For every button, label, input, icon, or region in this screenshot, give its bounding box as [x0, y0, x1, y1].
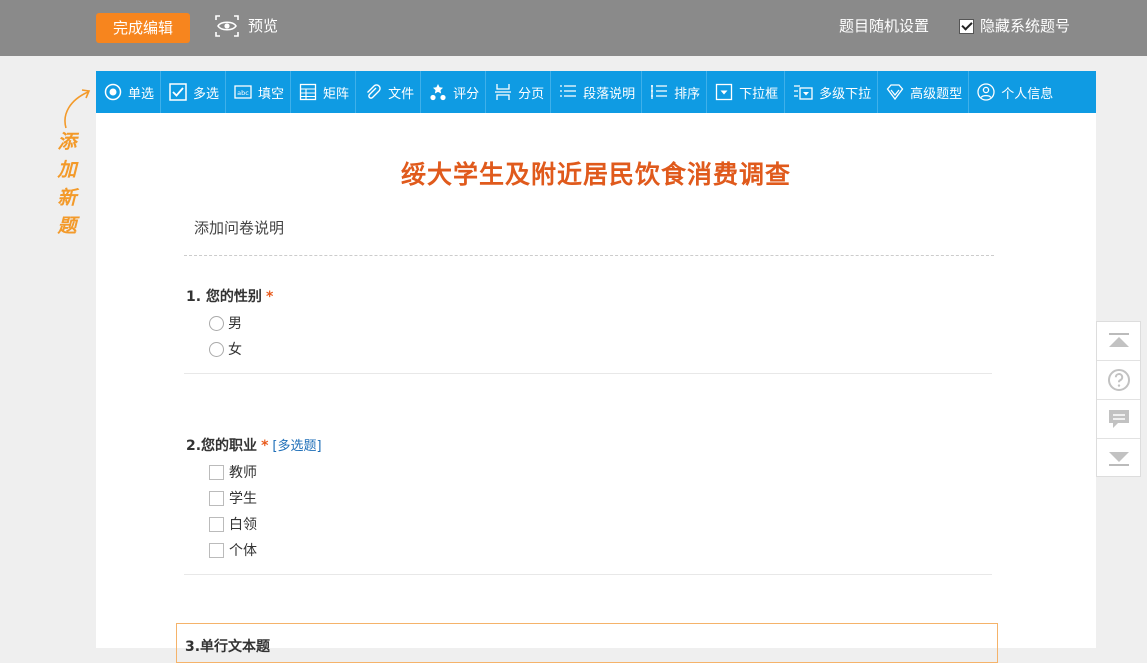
- hide-num-label: 隐藏系统题号: [980, 17, 1071, 35]
- tool-label: 评分: [453, 86, 480, 102]
- tool-dropdown[interactable]: 下拉框: [707, 71, 786, 113]
- scroll-top-button[interactable]: [1097, 322, 1140, 361]
- preview-button[interactable]: 预览: [214, 14, 278, 38]
- option-label: 个体: [229, 543, 257, 559]
- scroll-bottom-button[interactable]: [1097, 439, 1140, 477]
- option-label: 教师: [229, 465, 257, 481]
- hide-question-number-toggle[interactable]: 隐藏系统题号: [959, 14, 1070, 38]
- curved-arrow-icon: [64, 89, 91, 129]
- divider: [184, 574, 992, 575]
- arrow-bottom-icon: [1108, 452, 1129, 466]
- abc-icon: abc: [234, 85, 252, 99]
- divider: [184, 255, 994, 256]
- matrix-icon: [299, 83, 317, 101]
- help-icon: [1107, 369, 1130, 391]
- tool-matrix[interactable]: 矩阵: [291, 71, 357, 113]
- option-student[interactable]: 学生: [209, 488, 257, 508]
- checkbox[interactable]: [209, 490, 224, 506]
- tool-label: 段落说明: [583, 86, 636, 102]
- checkbox[interactable]: [209, 516, 224, 532]
- tool-label: 多级下拉: [819, 86, 872, 102]
- multi-dropdown-icon: [794, 85, 813, 100]
- tool-label: 排序: [674, 86, 701, 102]
- tool-label: 下拉框: [739, 86, 779, 102]
- help-button[interactable]: [1097, 361, 1140, 400]
- sort-icon: [651, 85, 668, 99]
- option-label: 男: [228, 316, 242, 332]
- user-icon: [977, 83, 995, 101]
- tool-label: 多选: [193, 86, 220, 102]
- radio-button[interactable]: [209, 341, 224, 357]
- tool-file[interactable]: 文件: [356, 71, 422, 113]
- option-female[interactable]: 女: [209, 339, 242, 359]
- stars-icon: [430, 84, 446, 101]
- add-question-hint: 添加新题: [48, 86, 91, 246]
- svg-text:abc: abc: [237, 89, 249, 97]
- required-mark: *: [265, 289, 274, 305]
- tool-fill-blank[interactable]: abc 填空: [226, 71, 292, 113]
- tool-multi-choice[interactable]: 多选: [161, 71, 227, 113]
- feedback-button[interactable]: [1097, 400, 1140, 439]
- radio-button[interactable]: [209, 315, 224, 331]
- tool-advanced[interactable]: 高级题型: [878, 71, 970, 113]
- survey-paper: 绥大学生及附近居民饮食消费调查 添加问卷说明 1. 您的性别 * 男 女 2.您的…: [96, 113, 1096, 663]
- tool-sort[interactable]: 排序: [642, 71, 708, 113]
- radio-icon: [104, 83, 122, 101]
- checkbox-checked-icon[interactable]: [959, 18, 974, 34]
- top-bar: 完成编辑 预览 题目随机设置 隐藏系统题号: [0, 0, 1147, 56]
- option-white-collar[interactable]: 白领: [209, 514, 257, 534]
- tool-single-choice[interactable]: 单选: [96, 71, 162, 113]
- option-self-employed[interactable]: 个体: [209, 540, 257, 560]
- option-label: 学生: [229, 491, 257, 507]
- checkbox[interactable]: [209, 464, 224, 480]
- add-question-hint-text: 添加新题: [57, 131, 77, 237]
- page-break-icon: [495, 84, 512, 100]
- required-mark: *: [261, 438, 269, 454]
- checkbox-icon: [169, 83, 187, 101]
- tool-label: 文件: [388, 86, 415, 102]
- comment-icon: [1108, 410, 1129, 428]
- tool-label: 单选: [128, 86, 155, 102]
- question-title-text: 2.您的职业: [186, 438, 258, 454]
- tool-rating[interactable]: 评分: [421, 71, 487, 113]
- tool-label: 个人信息: [1001, 86, 1054, 102]
- question-3-title: 3.单行文本题: [185, 639, 271, 655]
- question-3-block[interactable]: 3.单行文本题: [176, 623, 998, 663]
- diamond-icon: [886, 84, 904, 101]
- checkbox[interactable]: [209, 542, 224, 558]
- finish-edit-button[interactable]: 完成编辑: [96, 13, 190, 43]
- random-order-setting[interactable]: 题目随机设置: [839, 14, 929, 38]
- divider: [184, 373, 992, 374]
- side-tool-panel: [1096, 321, 1141, 477]
- option-label: 女: [228, 342, 242, 358]
- tool-label: 分页: [518, 86, 545, 102]
- paperclip-icon: [367, 84, 381, 99]
- question-title-text: 1. 您的性别: [186, 289, 262, 305]
- question-2-title[interactable]: 2.您的职业 * [多选题]: [186, 435, 322, 455]
- tool-label: 矩阵: [323, 86, 350, 102]
- option-label: 白领: [229, 517, 257, 533]
- option-male[interactable]: 男: [209, 313, 242, 333]
- question-1-title[interactable]: 1. 您的性别 *: [186, 286, 273, 306]
- survey-title[interactable]: 绥大学生及附近居民饮食消费调查: [96, 155, 1096, 191]
- option-teacher[interactable]: 教师: [209, 462, 257, 482]
- survey-description[interactable]: 添加问卷说明: [194, 217, 284, 238]
- question-type-toolbar: 单选 多选 abc 填空 矩阵 文件 评分 分页 段落说明 排序 下拉框 多级下…: [96, 71, 1096, 113]
- preview-label: 预览: [248, 17, 279, 35]
- eye-icon: [215, 15, 239, 37]
- tool-label: 高级题型: [910, 86, 963, 102]
- tool-page-break[interactable]: 分页: [486, 71, 552, 113]
- tool-label: 填空: [258, 86, 285, 102]
- multi-choice-tag: [多选题]: [272, 439, 322, 454]
- dropdown-icon: [715, 83, 733, 101]
- tool-personal-info[interactable]: 个人信息: [969, 71, 1059, 113]
- arrow-top-icon: [1108, 333, 1129, 347]
- tool-multi-dropdown[interactable]: 多级下拉: [785, 71, 879, 113]
- tool-paragraph[interactable]: 段落说明: [551, 71, 643, 113]
- paragraph-icon: [560, 85, 577, 97]
